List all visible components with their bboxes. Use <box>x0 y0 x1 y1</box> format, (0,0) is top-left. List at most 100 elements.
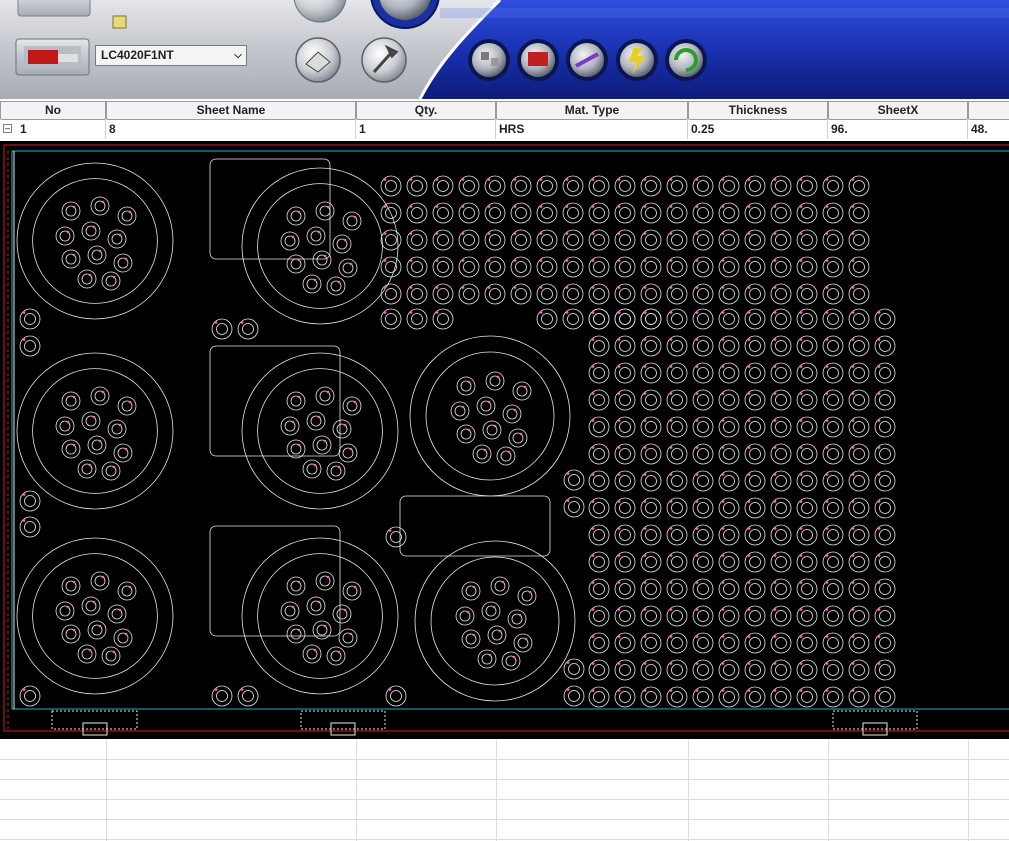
pierce-point <box>591 311 595 314</box>
tools-button[interactable] <box>362 38 406 82</box>
pierce-point <box>337 280 341 284</box>
process-button[interactable] <box>616 39 658 81</box>
flange-hole <box>286 576 306 596</box>
washer-inner <box>879 394 891 406</box>
pierce-point <box>539 205 543 208</box>
cell-sheety: 48. <box>971 122 988 136</box>
washer-inner <box>723 340 735 352</box>
pierce-point <box>695 527 699 530</box>
pierce-point <box>214 321 218 324</box>
washer-inner <box>801 261 813 273</box>
washer-inner <box>593 637 605 649</box>
refresh-button[interactable] <box>665 39 707 81</box>
column-header-sheet-name[interactable]: Sheet Name <box>106 101 356 120</box>
pierce-point <box>461 178 465 181</box>
pierce-point <box>695 311 699 314</box>
pierce-point <box>721 662 725 665</box>
washer-inner <box>437 234 449 246</box>
flange-outer <box>414 540 576 702</box>
pierce-point <box>799 500 803 503</box>
machine-select[interactable]: LC4020F1NT ⌵ <box>95 45 247 66</box>
flange-hole <box>507 609 527 629</box>
pierce-point <box>799 205 803 208</box>
washer-inner <box>879 637 891 649</box>
washer-inner <box>463 207 475 219</box>
flange-hole <box>117 396 137 416</box>
pierce-point <box>128 210 132 214</box>
flange-hole <box>55 226 75 246</box>
machine-button[interactable] <box>517 39 559 81</box>
column-header-sheety[interactable] <box>968 101 1009 120</box>
machine-image-button[interactable] <box>16 39 89 75</box>
washer-inner <box>827 340 839 352</box>
table-row[interactable]: – 1 8 1 HRS 0.25 96. 48. <box>0 120 1009 139</box>
nest-view[interactable] <box>0 141 1009 739</box>
washer-inner <box>437 261 449 273</box>
pierce-point <box>591 689 595 692</box>
pierce-point <box>825 635 829 638</box>
pierce-point <box>877 689 881 692</box>
pierce-point <box>851 608 855 611</box>
pierce-point <box>825 500 829 503</box>
column-header-mat-type[interactable]: Mat. Type <box>496 101 688 120</box>
pierce-point <box>98 249 102 253</box>
washer-inner <box>827 313 839 325</box>
pierce-point <box>66 605 70 609</box>
washer-inner <box>593 180 605 192</box>
washer-inner <box>827 207 839 219</box>
washer-inner <box>697 448 709 460</box>
washer-inner <box>749 691 761 703</box>
washer-inner <box>827 583 839 595</box>
washer-inner <box>853 475 865 487</box>
pierce-point <box>493 424 497 428</box>
column-header-thickness[interactable]: Thickness <box>688 101 828 120</box>
properties-button[interactable] <box>296 38 340 82</box>
bracket-tab <box>209 345 341 457</box>
column-header-qty[interactable]: Qty. <box>356 101 496 120</box>
washer-inner <box>463 288 475 300</box>
pierce-point <box>669 365 673 368</box>
washer-inner <box>853 502 865 514</box>
parts-button[interactable] <box>468 39 510 81</box>
washer-inner <box>645 421 657 433</box>
pierce-point <box>695 500 699 503</box>
washer-inner <box>697 691 709 703</box>
column-header-sheetx[interactable]: SheetX <box>828 101 968 120</box>
flange-hole <box>286 439 306 459</box>
pierce-point <box>435 311 439 314</box>
washer-inner <box>645 448 657 460</box>
flange-hole <box>312 250 332 270</box>
washer-inner <box>801 207 813 219</box>
pierce-point <box>409 259 413 262</box>
pierce-point <box>617 392 621 395</box>
pierce-point <box>565 286 569 289</box>
pierce-point <box>877 608 881 611</box>
washer-inner <box>437 313 449 325</box>
washer-inner <box>24 340 36 352</box>
pierce-point <box>747 608 751 611</box>
pierce-point <box>528 590 532 594</box>
pierce-point <box>22 311 26 314</box>
washer-inner <box>645 610 657 622</box>
washer-inner <box>775 475 787 487</box>
pierce-point <box>695 338 699 341</box>
flange-hole <box>87 245 107 265</box>
flange-hole <box>77 644 97 664</box>
flange-hole <box>280 416 300 436</box>
pierce-point <box>388 529 392 532</box>
pierce-point <box>695 178 699 181</box>
washer-inner <box>671 664 683 676</box>
chevron-down-icon[interactable]: ⌵ <box>230 46 246 65</box>
pierce-point <box>591 205 595 208</box>
washer-inner <box>879 691 891 703</box>
pierce-point <box>721 635 725 638</box>
washer-inner <box>671 207 683 219</box>
nesting-button[interactable] <box>566 39 608 81</box>
pierce-point <box>747 473 751 476</box>
pierce-point <box>747 419 751 422</box>
washer-inner <box>853 556 865 568</box>
pierce-point <box>669 392 673 395</box>
washer-inner <box>697 313 709 325</box>
column-header-no[interactable]: No <box>0 101 106 120</box>
pierce-point <box>591 286 595 289</box>
